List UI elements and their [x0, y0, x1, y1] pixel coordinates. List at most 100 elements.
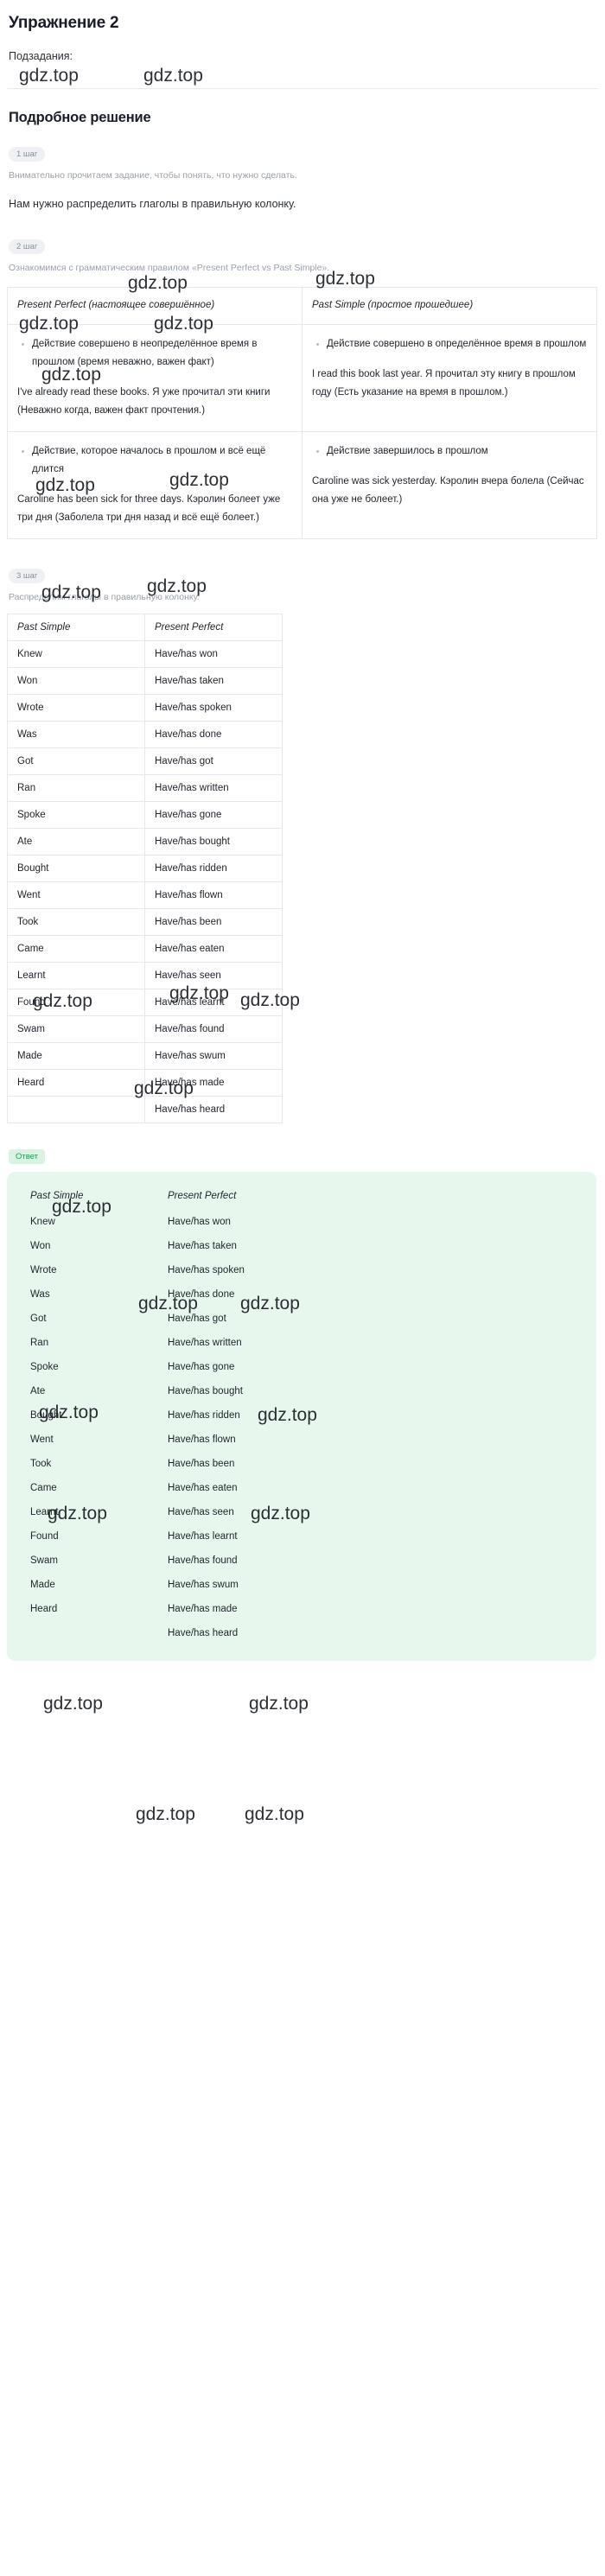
- example-text: I've already read these books. Я уже про…: [17, 387, 271, 417]
- step-badge-3: 3 шаг: [9, 568, 46, 583]
- table-row: Was Have/has done: [7, 721, 283, 749]
- comparison-header-past-simple: Past Simple (простое прошедшее): [302, 287, 597, 325]
- table-row: Went Have/has flown: [7, 881, 283, 910]
- table-row: Knew Have/has won: [21, 1210, 296, 1234]
- present-perfect-cell: Have/has eaten: [168, 1483, 238, 1494]
- comparison-table: Present Perfect (настоящее совершённое) …: [7, 287, 597, 539]
- past-simple-cell: Got: [30, 1313, 47, 1325]
- past-simple-cell: Took: [7, 908, 145, 937]
- answer-badge: Ответ: [9, 1149, 45, 1165]
- table-row: Bought Have/has ridden: [7, 855, 283, 883]
- past-simple-cell: Made: [7, 1042, 145, 1071]
- solution-section-title: Подробное решение: [9, 110, 151, 125]
- present-perfect-cell: Have/has written: [144, 774, 283, 803]
- present-perfect-cell: Have/has made: [168, 1604, 238, 1615]
- past-simple-cell: Found: [7, 989, 145, 1017]
- comparison-cell-ps-2: Действие завершилось в прошлом Caroline …: [302, 430, 597, 539]
- past-simple-cell: Was: [7, 721, 145, 749]
- past-simple-cell: [21, 1621, 158, 1645]
- present-perfect-cell: Have/has found: [144, 1015, 283, 1044]
- present-perfect-cell: Have/has gone: [168, 1362, 235, 1373]
- comparison-cell-ps-1: Действие совершено в определённое время …: [302, 323, 597, 432]
- comparison-cell-pp-1: Действие совершено в неопределённое врем…: [7, 323, 302, 432]
- past-simple-cell: Wrote: [30, 1265, 57, 1276]
- answer-header-present-perfect: Present Perfect: [168, 1191, 237, 1202]
- table-row: Wrote Have/has spoken: [7, 694, 283, 722]
- past-simple-cell: Learnt: [30, 1507, 59, 1518]
- example-text: I read this book last year. Я прочитал э…: [312, 368, 576, 398]
- table-row: Swam Have/has found: [21, 1549, 296, 1573]
- present-perfect-cell: Have/has got: [144, 747, 283, 776]
- past-simple-cell: Went: [30, 1434, 54, 1446]
- table-row: Wrote Have/has spoken: [21, 1258, 296, 1282]
- step-note-3: Распределим глаголы в правильную колонку…: [9, 591, 200, 602]
- table-row: Knew Have/has won: [7, 640, 283, 669]
- present-perfect-cell: Have/has learnt: [144, 989, 283, 1017]
- past-simple-cell: Came: [7, 935, 145, 964]
- present-perfect-cell: Have/has won: [168, 1217, 231, 1228]
- verbs-table-body: Knew Have/has won Won Have/has taken Wrote Ha…: [7, 640, 283, 1124]
- present-perfect-cell: Have/has heard: [168, 1628, 239, 1639]
- present-perfect-cell: Have/has been: [168, 1459, 235, 1470]
- past-simple-cell: Bought: [7, 855, 145, 883]
- watermark: gdz.top: [43, 1694, 103, 1714]
- solution-page: Упражнение 2 Подзадания: Подробное решен…: [0, 14, 605, 1662]
- present-perfect-cell: Have/has made: [144, 1069, 283, 1097]
- table-row: Bought Have/has ridden: [21, 1403, 296, 1428]
- divider: [7, 88, 598, 89]
- watermark: gdz.top: [136, 1804, 195, 1824]
- past-simple-cell: Ate: [7, 828, 145, 856]
- past-simple-cell: Got: [7, 747, 145, 776]
- present-perfect-cell: Have/has been: [144, 908, 283, 937]
- present-perfect-cell: Have/has won: [144, 640, 283, 669]
- table-row: Made Have/has swum: [7, 1042, 283, 1071]
- table-row: Have/has heard: [21, 1621, 296, 1645]
- answer-table-header-row: Past Simple Present Perfect: [21, 1184, 296, 1210]
- past-simple-cell: Bought: [30, 1410, 62, 1422]
- past-simple-cell: Swam: [30, 1555, 58, 1567]
- example-text: Caroline was sick yesterday. Кэролин вче…: [312, 475, 584, 506]
- table-row: Ate Have/has bought: [7, 828, 283, 856]
- present-perfect-cell: Have/has swum: [144, 1042, 283, 1071]
- table-row: Have/has heard: [7, 1096, 283, 1124]
- past-simple-cell: Knew: [7, 640, 145, 669]
- table-row: Spoke Have/has gone: [7, 801, 283, 830]
- subtasks-label: Подзадания:: [9, 50, 73, 62]
- table-row: Swam Have/has found: [7, 1015, 283, 1044]
- table-row: Found Have/has learnt: [7, 989, 283, 1017]
- present-perfect-cell: Have/has heard: [144, 1096, 283, 1124]
- comparison-table-header-row: Present Perfect (настоящее совершённое) …: [7, 287, 597, 325]
- present-perfect-cell: Have/has taken: [168, 1241, 237, 1252]
- present-perfect-cell: Have/has done: [168, 1289, 235, 1301]
- past-simple-cell: Ate: [30, 1386, 46, 1397]
- present-perfect-cell: Have/has spoken: [144, 694, 283, 722]
- past-simple-cell: Ran: [30, 1338, 49, 1349]
- present-perfect-cell: Have/has seen: [144, 962, 283, 990]
- table-row: Took Have/has been: [7, 908, 283, 937]
- past-simple-cell: Knew: [30, 1217, 55, 1228]
- past-simple-cell: Spoke: [7, 801, 145, 830]
- example-text: Caroline has been sick for three days. К…: [17, 494, 281, 524]
- page-title: Упражнение 2: [9, 14, 119, 32]
- present-perfect-cell: Have/has swum: [168, 1580, 239, 1591]
- table-row: Won Have/has taken: [21, 1234, 296, 1258]
- step-note-2: Ознакомимся с грамматическим правилом «P…: [9, 263, 330, 274]
- answer-box: Past Simple Present Perfect Knew Have/has…: [7, 1172, 596, 1662]
- table-row: Learnt Have/has seen: [7, 962, 283, 990]
- past-simple-cell: Found: [30, 1531, 59, 1542]
- comparison-cell-pp-2: Действие, которое началось в прошлом и в…: [7, 430, 302, 539]
- present-perfect-cell: Have/has done: [144, 721, 283, 749]
- present-perfect-cell: Have/has spoken: [168, 1265, 245, 1276]
- table-row: Took Have/has been: [21, 1452, 296, 1476]
- present-perfect-cell: Have/has ridden: [168, 1410, 240, 1422]
- verbs-table-header-row: Past Simple Present Perfect: [7, 614, 283, 642]
- table-row: Действие, которое началось в прошлом и в…: [7, 430, 597, 539]
- present-perfect-cell: Have/has eaten: [144, 935, 283, 964]
- present-perfect-cell: Have/has ridden: [144, 855, 283, 883]
- table-row: Ran Have/has written: [7, 774, 283, 803]
- past-simple-cell: Swam: [7, 1015, 145, 1044]
- table-row: Действие совершено в неопределённое врем…: [7, 323, 597, 432]
